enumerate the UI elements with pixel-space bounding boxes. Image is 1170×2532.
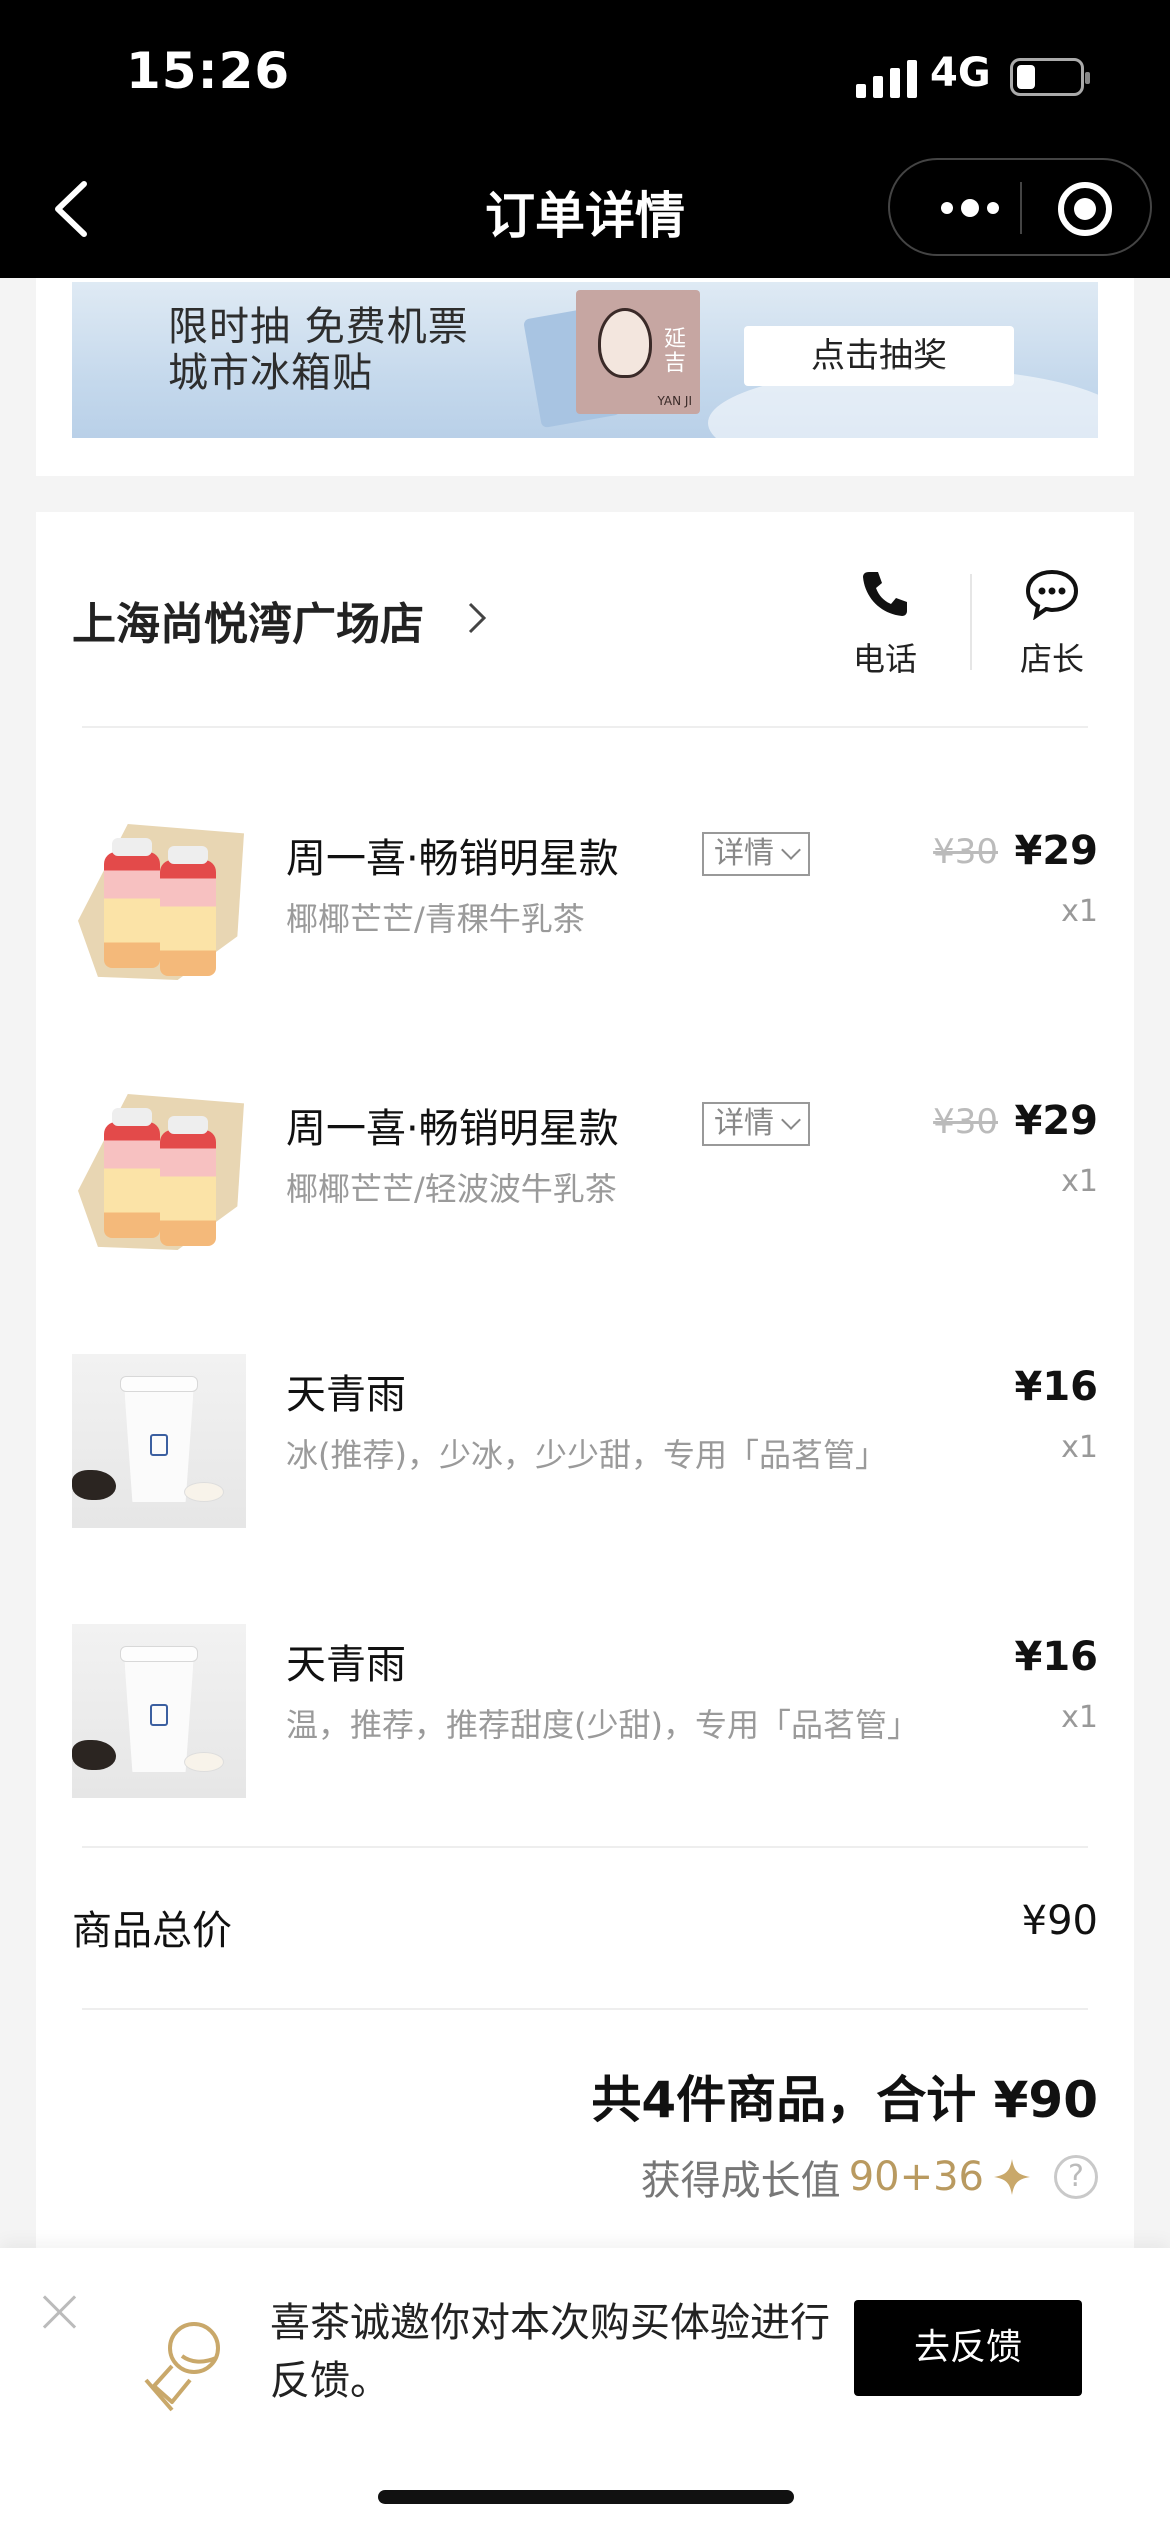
order-summary: 共4件商品，合计 ¥90 <box>591 2071 1098 2129</box>
phone-icon <box>863 572 907 616</box>
sticker-city: 延吉 <box>663 327 686 376</box>
item-spec: 椰椰芒芒/轻波波牛乳茶 <box>286 1170 617 1208</box>
fridge-magnet-image: 延吉 YAN JI <box>576 290 700 414</box>
banner-line-1: 限时抽 免费机票 <box>168 304 469 350</box>
status-time: 15:26 <box>126 42 291 100</box>
item-name: 周一喜·畅销明星款 <box>286 836 619 882</box>
order-item: 天青雨 温，推荐，推荐甜度(少甜)，专用「品茗管」 ¥16 x1 <box>72 1624 1098 1804</box>
detail-toggle[interactable]: 详情 <box>702 832 810 876</box>
growth-points: 获得成长值 90+36 ? <box>641 2148 1098 2206</box>
banner-card: 限时抽 免费机票 城市冰箱贴 延吉 YAN JI 点击抽奖 <box>36 278 1134 476</box>
divider <box>82 726 1088 728</box>
divider <box>82 1846 1088 1848</box>
feedback-message: 喜茶诚邀你对本次购买体验进行反馈。 <box>270 2300 830 2404</box>
promo-banner[interactable]: 限时抽 免费机票 城市冰箱贴 延吉 YAN JI 点击抽奖 <box>72 282 1098 438</box>
item-price: ¥16 <box>1014 1364 1099 1410</box>
sticker-foot: YAN JI <box>657 394 692 408</box>
item-spec: 冰(推荐)，少冰，少少甜，专用「品茗管」 <box>286 1436 887 1474</box>
original-price: ¥30 <box>933 1102 998 1142</box>
detail-label: 详情 <box>714 836 774 871</box>
close-icon[interactable] <box>38 2290 82 2334</box>
growth-value: 90+36 <box>848 2154 984 2200</box>
home-indicator <box>378 2490 794 2504</box>
capsule-divider <box>1020 182 1022 234</box>
top-bar: 15:26 4G 订单详情 <box>0 0 1170 278</box>
item-name: 天青雨 <box>286 1372 406 1418</box>
network-type: 4G <box>930 50 991 96</box>
divider <box>82 2008 1088 2010</box>
more-icon[interactable] <box>930 190 1010 226</box>
item-name: 周一喜·畅销明星款 <box>286 1106 619 1152</box>
portrait-illustration <box>598 308 652 378</box>
item-quantity: x1 <box>1061 1700 1098 1735</box>
chat-bubble-icon <box>1025 569 1079 620</box>
signal-icon <box>856 58 917 98</box>
chevron-right-icon[interactable] <box>466 596 490 640</box>
product-image <box>72 818 246 992</box>
item-spec: 温，推荐，推荐甜度(少甜)，专用「品茗管」 <box>286 1706 919 1744</box>
item-quantity: x1 <box>1061 1430 1098 1465</box>
order-item: 周一喜·畅销明星款 详情 椰椰芒芒/轻波波牛乳茶 ¥30 ¥29 x1 <box>72 1088 1098 1268</box>
lottery-button[interactable]: 点击抽奖 <box>744 326 1014 386</box>
phone-label: 电话 <box>852 640 917 678</box>
growth-label: 获得成长值 <box>640 2158 841 2204</box>
order-card: 上海尚悦湾广场店 电话 店长 周一喜·畅销明星款 详情 椰椰芒芒/青稞牛乳茶 ¥… <box>36 512 1134 2252</box>
original-price: ¥30 <box>933 832 998 872</box>
store-name[interactable]: 上海尚悦湾广场店 <box>72 588 424 652</box>
call-store-button[interactable]: 电话 <box>830 568 940 680</box>
item-price: ¥29 <box>1014 1098 1099 1144</box>
item-name: 天青雨 <box>286 1642 406 1688</box>
subtotal-value: ¥90 <box>1021 1898 1098 1944</box>
product-image <box>72 1624 246 1798</box>
item-quantity: x1 <box>1061 1164 1098 1199</box>
actions-divider <box>970 574 972 670</box>
item-price: ¥16 <box>1014 1634 1099 1680</box>
tea-drinker-icon <box>144 2322 220 2412</box>
battery-icon <box>1010 58 1090 96</box>
product-image <box>72 1354 246 1528</box>
item-price: ¥29 <box>1014 828 1099 874</box>
chevron-down-icon <box>781 840 801 860</box>
banner-line-2: 城市冰箱贴 <box>168 350 373 396</box>
close-miniprogram-icon[interactable] <box>1058 182 1112 236</box>
item-spec: 椰椰芒芒/青稞牛乳茶 <box>286 900 585 938</box>
banner-text: 限时抽 免费机票 城市冰箱贴 <box>168 304 469 396</box>
detail-label: 详情 <box>714 1106 774 1141</box>
order-item: 天青雨 冰(推荐)，少冰，少少甜，专用「品茗管」 ¥16 x1 <box>72 1354 1098 1534</box>
manager-label: 店长 <box>1019 640 1084 678</box>
item-quantity: x1 <box>1061 894 1098 929</box>
subtotal-label: 商品总价 <box>72 1908 232 1954</box>
contact-manager-button[interactable]: 店长 <box>997 568 1107 680</box>
order-item: 周一喜·畅销明星款 详情 椰椰芒芒/青稞牛乳茶 ¥30 ¥29 x1 <box>72 818 1098 998</box>
feedback-button[interactable]: 去反馈 <box>854 2300 1082 2396</box>
help-icon[interactable]: ? <box>1054 2155 1098 2199</box>
detail-toggle[interactable]: 详情 <box>702 1102 810 1146</box>
sparkle-icon <box>994 2159 1030 2195</box>
miniprogram-capsule <box>888 158 1152 256</box>
product-image <box>72 1088 246 1262</box>
chevron-down-icon <box>781 1110 801 1130</box>
